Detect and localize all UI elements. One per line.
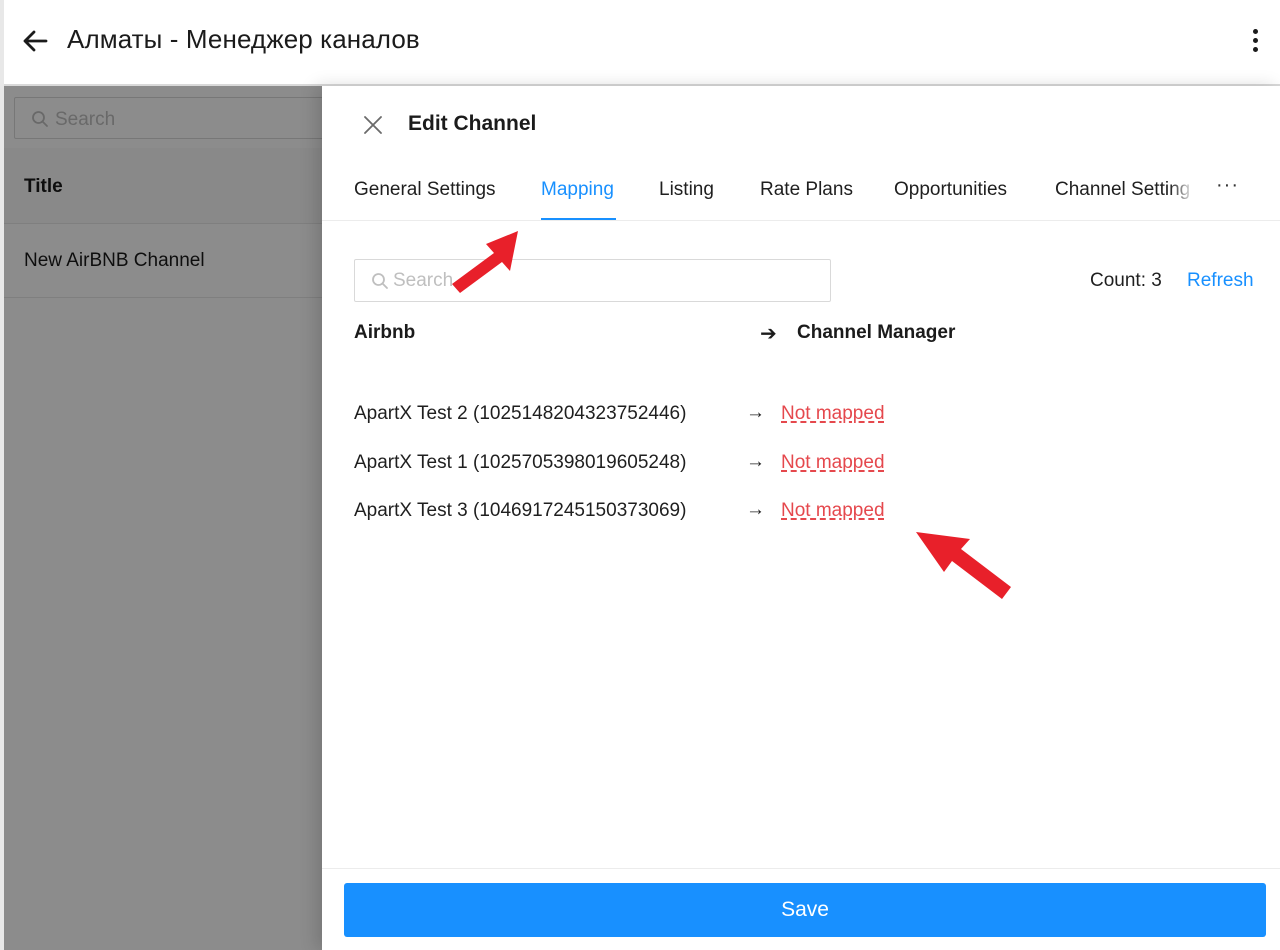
edit-channel-drawer: Edit Channel General Settings Mapping Li… [322,86,1280,950]
mapping-search-input[interactable] [393,266,813,296]
tabs-more-button[interactable]: ··· [1194,162,1280,220]
more-icon: ··· [1216,174,1239,196]
tab-rate-plans[interactable]: Rate Plans [760,179,853,201]
not-mapped-link[interactable]: Not mapped [781,500,885,522]
save-button[interactable]: Save [344,883,1266,937]
tab-bar: General Settings Mapping Listing Rate Pl… [322,162,1280,221]
column-header-arrow-icon: ➔ [760,323,777,345]
arrow-left-icon [23,30,48,52]
tab-scroll-fade [1170,162,1194,220]
modal-overlay[interactable] [4,86,322,950]
not-mapped-link[interactable]: Not mapped [781,452,885,474]
drawer-footer: Save [322,868,1280,950]
page-title: Алматы - Менеджер каналов [67,24,420,54]
mapping-search-field[interactable] [354,259,831,302]
mapping-row: ApartX Test 2 (1025148204323752446) → No… [354,402,1214,433]
airbnb-listing-name: ApartX Test 1 (1025705398019605248) [354,452,687,473]
mapping-row: ApartX Test 3 (1046917245150373069) → No… [354,499,1214,530]
drawer-title: Edit Channel [408,112,537,135]
column-header-airbnb: Airbnb [354,322,416,343]
airbnb-listing-name: ApartX Test 3 (1046917245150373069) [354,500,687,521]
column-header-channel-manager: Channel Manager [797,322,956,343]
mapping-row: ApartX Test 1 (1025705398019605248) → No… [354,451,1214,482]
close-icon [364,116,382,134]
mapping-arrow-icon: → [746,499,765,520]
mapping-arrow-icon: → [746,451,765,472]
refresh-link[interactable]: Refresh [1187,270,1254,292]
close-button[interactable] [362,114,384,136]
search-icon [372,273,388,289]
airbnb-listing-name: ApartX Test 2 (1025148204323752446) [354,403,687,424]
mapping-arrow-icon: → [746,402,765,423]
tab-mapping[interactable]: Mapping [541,179,614,201]
tab-general-settings[interactable]: General Settings [354,179,496,201]
active-tab-indicator [541,218,616,220]
back-button[interactable] [20,26,50,56]
kebab-menu-icon[interactable] [1244,27,1266,57]
mapping-count: Count: 3 [1090,270,1162,291]
tab-listing[interactable]: Listing [659,179,714,201]
tab-opportunities[interactable]: Opportunities [894,179,1007,201]
not-mapped-link[interactable]: Not mapped [781,403,885,425]
app-bar: Алматы - Менеджер каналов [0,0,1280,950]
